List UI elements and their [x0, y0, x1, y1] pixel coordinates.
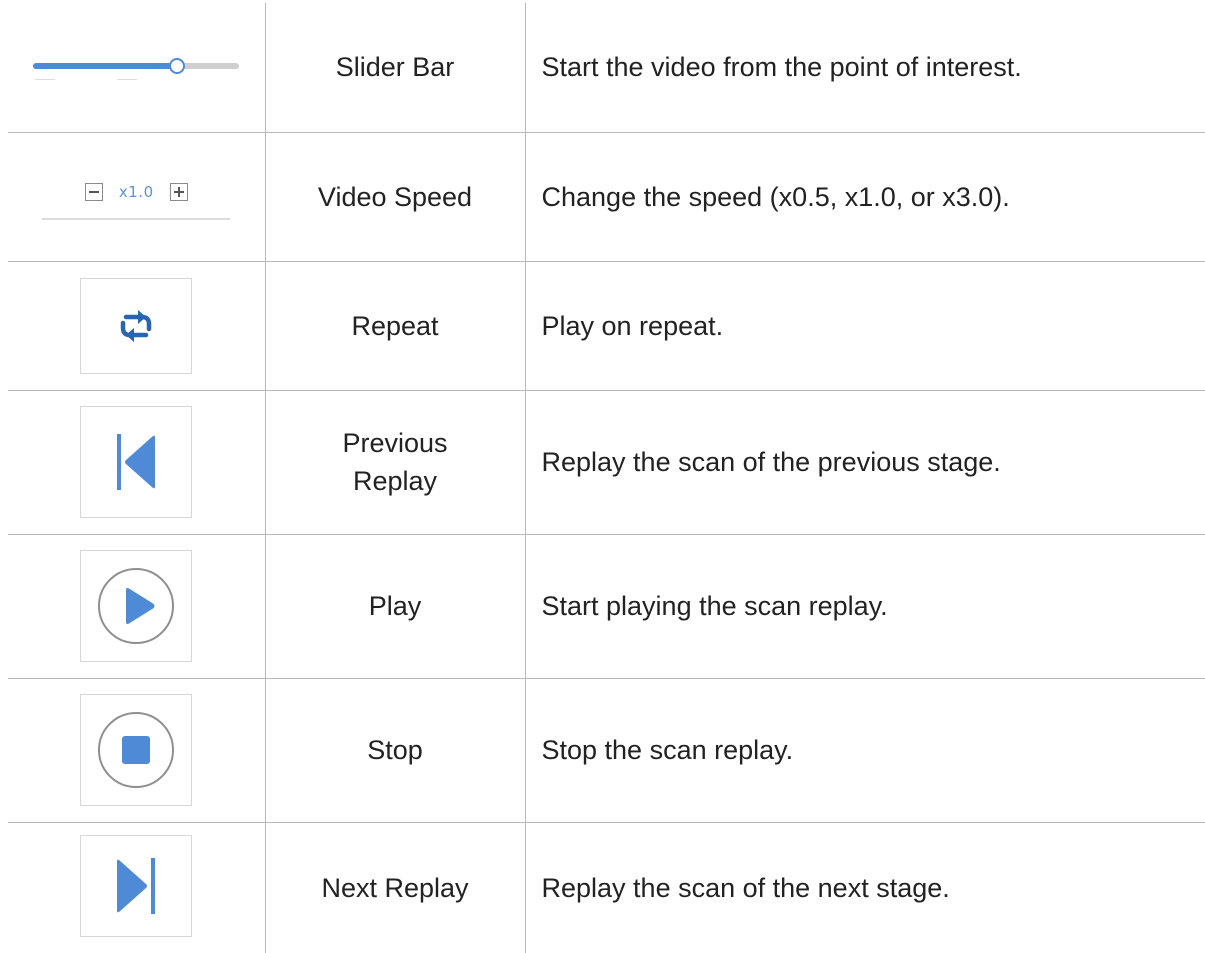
video-speed-control: x1.0	[42, 174, 231, 220]
slider-bar[interactable]	[33, 52, 240, 82]
control-description: Play on repeat.	[524, 260, 1205, 391]
slider-track	[33, 63, 240, 70]
previous-replay-icon	[117, 434, 156, 490]
control-description: Start the video from the point of intere…	[524, 3, 1205, 133]
table-row: Next Replay Replay the scan of the next …	[8, 821, 1205, 953]
speed-value: x1.0	[118, 182, 154, 201]
minus-icon[interactable]	[84, 182, 103, 201]
control-name: Video Speed	[264, 131, 526, 262]
control-description: Replay the scan of the next stage.	[524, 821, 1205, 953]
control-description: Change the speed (x0.5, x1.0, or x3.0).	[524, 131, 1205, 262]
control-description: Stop the scan replay.	[524, 677, 1205, 823]
icon-cell	[8, 3, 266, 133]
previous-replay-button[interactable]	[80, 406, 193, 518]
control-description: Replay the scan of the previous stage.	[524, 389, 1205, 535]
icon-cell	[8, 260, 266, 391]
table-row: Play Start playing the scan replay.	[8, 533, 1205, 679]
icon-cell	[8, 821, 266, 953]
next-replay-icon	[117, 857, 156, 914]
stop-icon	[98, 712, 175, 788]
play-button[interactable]	[80, 550, 193, 662]
repeat-icon	[121, 309, 152, 342]
slider-thumb[interactable]	[169, 58, 186, 75]
table-row: x1.0 Video Speed Change the speed (x0.5,…	[8, 131, 1205, 262]
speed-underline	[42, 217, 231, 220]
next-replay-button[interactable]	[80, 834, 193, 937]
control-name-line: Previous	[342, 428, 448, 458]
icon-cell	[8, 533, 266, 679]
control-description: Start playing the scan replay.	[524, 533, 1205, 679]
repeat-button[interactable]	[80, 277, 193, 374]
icon-cell	[8, 677, 266, 823]
slider-fill	[33, 63, 178, 70]
slider-tick	[35, 79, 56, 81]
stop-button[interactable]	[80, 694, 193, 806]
control-name: Repeat	[264, 260, 526, 391]
table-row: Slider Bar Start the video from the poin…	[8, 3, 1205, 133]
table-row: Stop Stop the scan replay.	[8, 677, 1205, 823]
table-row: Repeat Play on repeat.	[8, 260, 1205, 391]
icon-cell: x1.0	[8, 131, 266, 262]
controls-table: Slider Bar Start the video from the poin…	[8, 3, 1205, 953]
control-name: Stop	[264, 677, 526, 823]
table-row: Previous Replay Replay the scan of the p…	[8, 389, 1205, 535]
control-name: Play	[264, 533, 526, 679]
control-name: Next Replay	[264, 821, 526, 953]
play-icon	[98, 568, 175, 644]
icon-cell	[8, 389, 266, 535]
control-name: Previous Replay	[264, 389, 526, 535]
control-name: Slider Bar	[264, 3, 526, 133]
control-name-line: Replay	[352, 466, 438, 496]
slider-tick	[117, 79, 138, 81]
plus-icon[interactable]	[169, 182, 188, 201]
